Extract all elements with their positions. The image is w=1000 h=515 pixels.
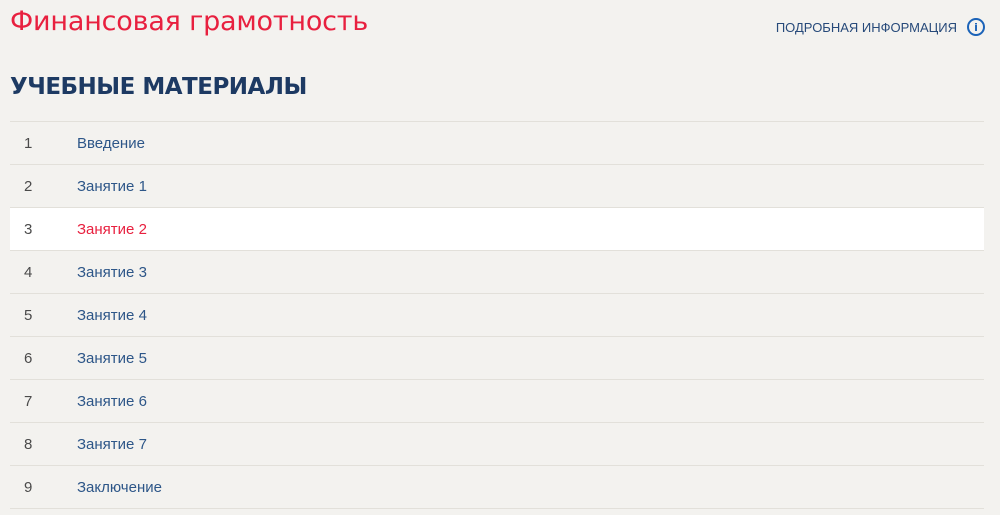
page-header: Финансовая грамотность ПОДРОБНАЯ ИНФОРМА… <box>10 0 990 50</box>
material-link[interactable]: Занятие 7 <box>77 436 147 453</box>
materials-list: 1 Введение 2 Занятие 1 3 Занятие 2 4 Зан… <box>10 121 984 509</box>
material-link[interactable]: Занятие 4 <box>77 307 147 324</box>
material-link[interactable]: Занятие 2 <box>77 221 147 238</box>
material-item-intro[interactable]: 1 Введение <box>10 122 984 165</box>
section-title: УЧЕБНЫЕ МАТЕРИАЛЫ <box>10 74 307 100</box>
material-item-lesson-2[interactable]: 3 Занятие 2 <box>10 208 984 251</box>
material-number: 2 <box>24 177 33 195</box>
info-circle-icon[interactable]: i <box>967 18 985 36</box>
material-item-lesson-7[interactable]: 8 Занятие 7 <box>10 423 984 466</box>
material-link[interactable]: Заключение <box>77 479 162 496</box>
material-number: 4 <box>24 263 33 281</box>
material-item-conclusion[interactable]: 9 Заключение <box>10 466 984 509</box>
material-number: 3 <box>24 220 33 238</box>
material-number: 8 <box>24 435 33 453</box>
material-number: 1 <box>24 134 33 152</box>
material-link[interactable]: Занятие 6 <box>77 393 147 410</box>
material-item-lesson-1[interactable]: 2 Занятие 1 <box>10 165 984 208</box>
material-link[interactable]: Занятие 5 <box>77 350 147 367</box>
material-item-lesson-6[interactable]: 7 Занятие 6 <box>10 380 984 423</box>
more-info-label[interactable]: ПОДРОБНАЯ ИНФОРМАЦИЯ <box>776 20 957 35</box>
material-number: 6 <box>24 349 33 367</box>
material-link[interactable]: Введение <box>77 135 145 152</box>
more-info-link[interactable]: ПОДРОБНАЯ ИНФОРМАЦИЯ i <box>776 18 985 36</box>
material-number: 5 <box>24 306 33 324</box>
material-link[interactable]: Занятие 1 <box>77 178 147 195</box>
material-link[interactable]: Занятие 3 <box>77 264 147 281</box>
material-item-lesson-4[interactable]: 5 Занятие 4 <box>10 294 984 337</box>
material-item-lesson-5[interactable]: 6 Занятие 5 <box>10 337 984 380</box>
material-item-lesson-3[interactable]: 4 Занятие 3 <box>10 251 984 294</box>
material-number: 9 <box>24 478 33 496</box>
material-number: 7 <box>24 392 33 410</box>
course-title: Финансовая грамотность <box>10 6 369 37</box>
